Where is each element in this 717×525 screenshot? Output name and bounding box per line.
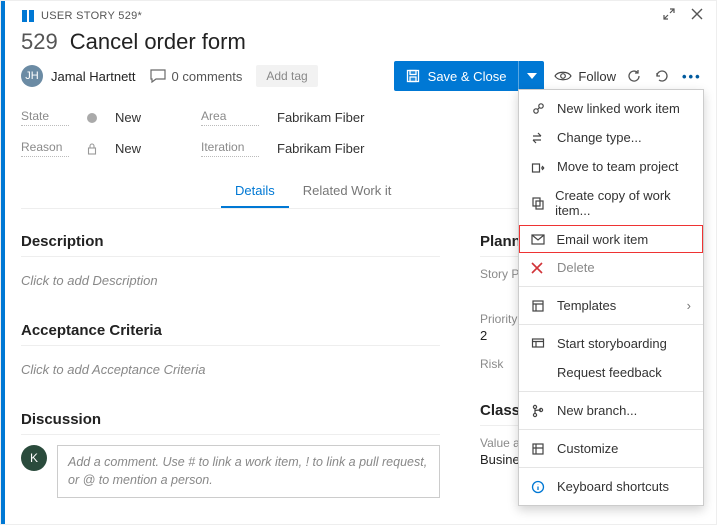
acceptance-heading: Acceptance Criteria — [21, 322, 440, 339]
more-actions-menu: New linked work item Change type... Move… — [518, 89, 704, 506]
move-icon — [531, 160, 547, 174]
menu-create-copy[interactable]: Create copy of work item... — [519, 181, 703, 225]
link-add-icon — [531, 102, 547, 116]
menu-new-branch[interactable]: New branch... — [519, 396, 703, 425]
save-icon — [406, 69, 420, 83]
reason-label: Reason — [21, 140, 69, 157]
acceptance-input[interactable]: Click to add Acceptance Criteria — [21, 356, 440, 383]
undo-icon[interactable] — [654, 68, 672, 84]
save-dropdown-toggle[interactable] — [518, 61, 544, 91]
branch-icon — [531, 404, 547, 418]
storyboard-icon — [531, 337, 547, 351]
chevron-right-icon: › — [687, 298, 691, 313]
work-item-id: 529 — [21, 29, 58, 55]
work-item-type-icon — [21, 9, 35, 23]
discussion-heading: Discussion — [21, 411, 440, 428]
work-item-title[interactable]: Cancel order form — [70, 29, 246, 55]
expand-icon[interactable] — [662, 7, 676, 21]
area-value[interactable]: Fabrikam Fiber — [277, 110, 364, 125]
discussion-comment-input[interactable]: Add a comment. Use # to link a work item… — [57, 445, 440, 498]
info-icon — [531, 480, 547, 494]
breadcrumb: USER STORY 529* — [21, 9, 700, 23]
tab-details[interactable]: Details — [221, 175, 289, 208]
menu-customize[interactable]: Customize — [519, 434, 703, 463]
avatar: JH — [21, 65, 43, 87]
area-label: Area — [201, 109, 259, 126]
follow-button[interactable]: Follow — [554, 69, 616, 84]
comment-icon — [150, 69, 166, 83]
email-icon — [531, 234, 547, 245]
save-button-label: Save & Close — [428, 69, 507, 84]
assignee-field[interactable]: JH Jamal Hartnett — [21, 65, 136, 87]
menu-delete[interactable]: Delete — [519, 253, 703, 282]
breadcrumb-label: USER STORY 529* — [41, 10, 142, 22]
comments-count: 0 comments — [172, 69, 243, 84]
eye-icon — [554, 70, 572, 82]
follow-label: Follow — [578, 69, 616, 84]
menu-start-storyboarding[interactable]: Start storyboarding — [519, 329, 703, 358]
add-tag-button[interactable]: Add tag — [256, 65, 317, 87]
comments-link[interactable]: 0 comments — [150, 69, 243, 84]
iteration-value[interactable]: Fabrikam Fiber — [277, 141, 364, 156]
menu-change-type[interactable]: Change type... — [519, 123, 703, 152]
refresh-icon[interactable] — [626, 68, 644, 84]
copy-icon — [531, 196, 545, 210]
description-heading: Description — [21, 233, 440, 250]
state-value[interactable]: New — [115, 110, 141, 125]
menu-request-feedback[interactable]: Request feedback — [519, 358, 703, 387]
iteration-label: Iteration — [201, 140, 259, 157]
save-and-close-button[interactable]: Save & Close — [394, 61, 545, 91]
state-label: State — [21, 109, 69, 126]
change-type-icon — [531, 131, 547, 145]
delete-icon — [531, 262, 547, 274]
description-input[interactable]: Click to add Description — [21, 267, 440, 294]
reason-value[interactable]: New — [115, 141, 141, 156]
menu-keyboard-shortcuts[interactable]: Keyboard shortcuts — [519, 472, 703, 501]
state-dot-icon — [87, 113, 97, 123]
menu-new-linked-work-item[interactable]: New linked work item — [519, 94, 703, 123]
more-actions-button[interactable]: ••• — [682, 69, 700, 84]
templates-icon — [531, 299, 547, 313]
assignee-name: Jamal Hartnett — [51, 69, 136, 84]
avatar: K — [21, 445, 47, 471]
menu-email-work-item[interactable]: Email work item — [519, 225, 703, 253]
menu-templates[interactable]: Templates › — [519, 291, 703, 320]
close-icon[interactable] — [690, 7, 704, 21]
menu-move-to-team-project[interactable]: Move to team project — [519, 152, 703, 181]
lock-icon — [87, 143, 97, 155]
tab-related-work[interactable]: Related Work it — [289, 175, 406, 208]
customize-icon — [531, 442, 547, 456]
